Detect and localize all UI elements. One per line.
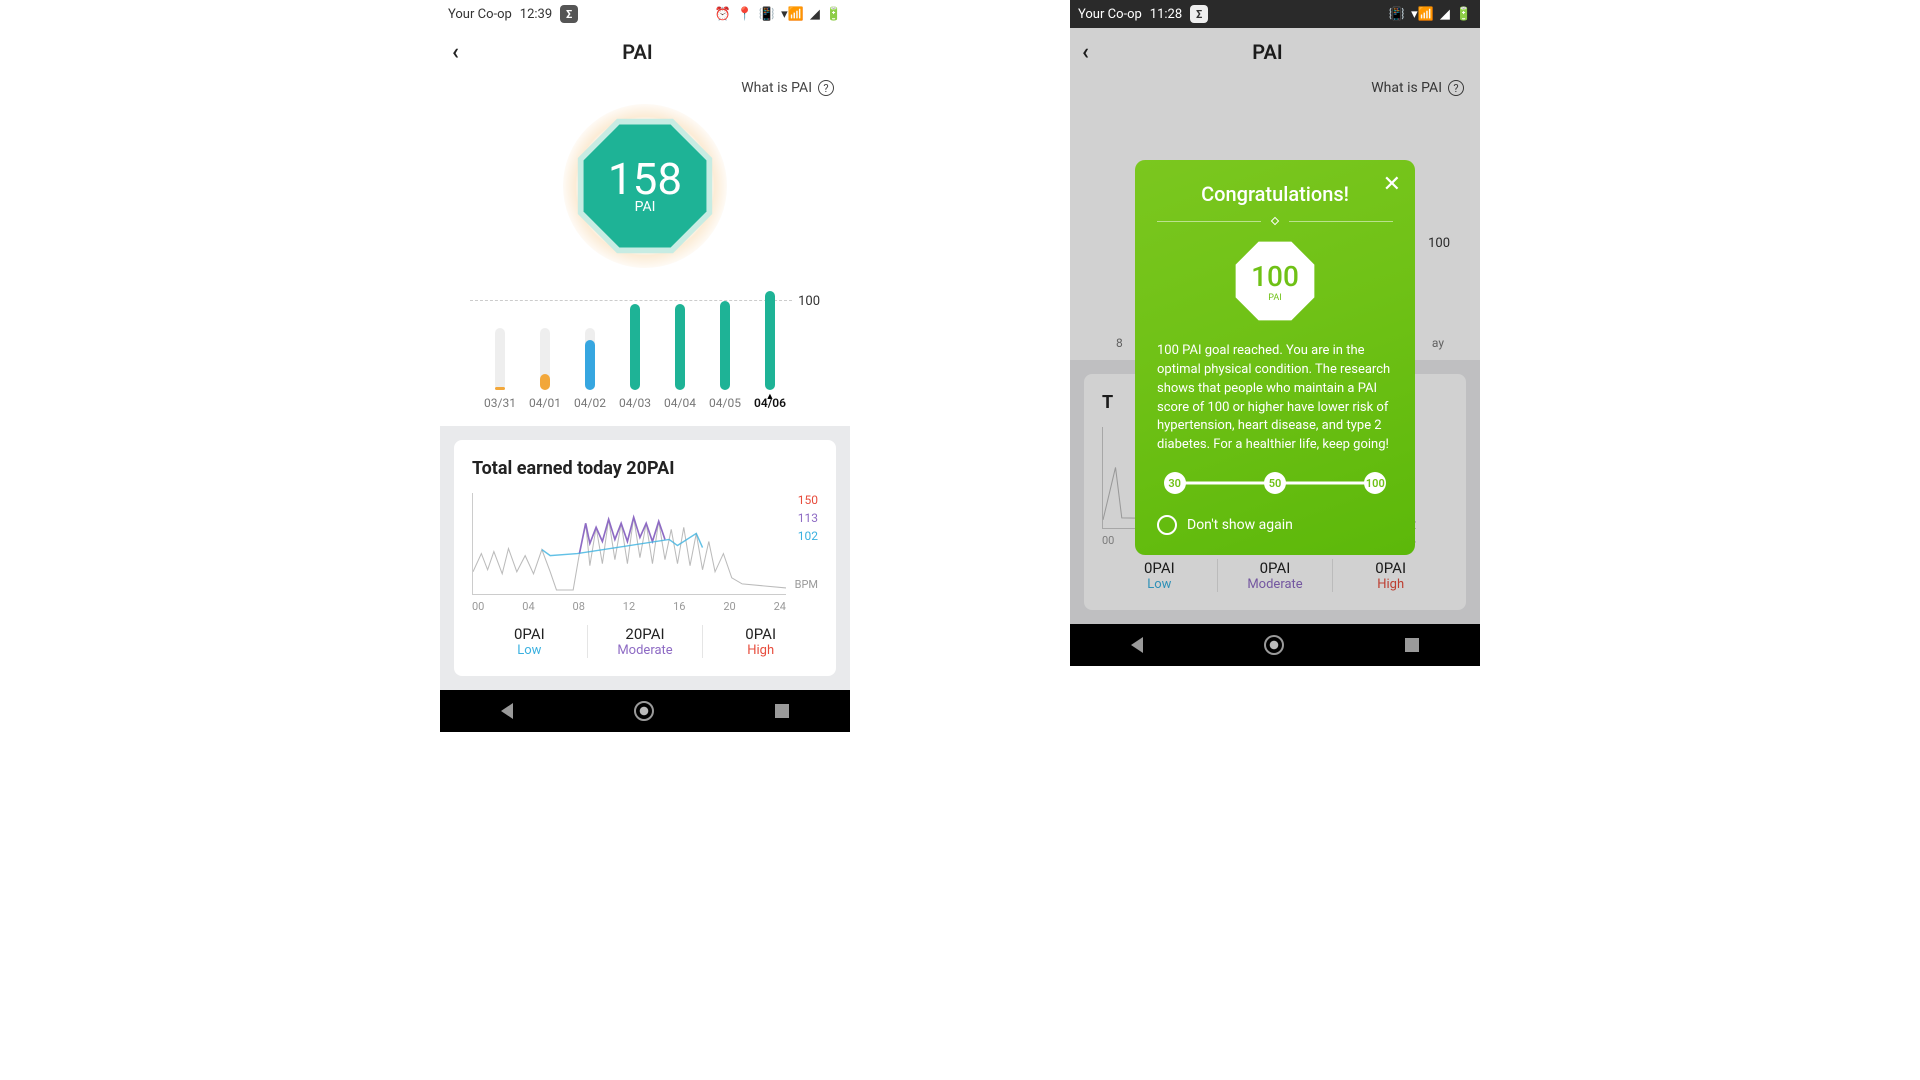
signal-icon: ◢	[810, 7, 820, 22]
bar-04/02[interactable]	[574, 290, 606, 390]
vibrate-icon: 📳	[1389, 7, 1405, 22]
android-navbar	[1070, 624, 1480, 666]
today-section: Total earned today 20PAI 150 113 102 BPM…	[440, 426, 850, 690]
nav-back-button[interactable]	[1131, 637, 1143, 653]
bar-label: 03/31	[484, 396, 516, 410]
dont-show-checkbox[interactable]: Don't show again	[1157, 515, 1393, 535]
bpm-label: BPM	[795, 578, 818, 591]
x-tick: 16	[673, 600, 685, 613]
slider-node-50: 50	[1264, 472, 1286, 494]
clock-label: 11:28	[1150, 7, 1182, 22]
what-is-pai-label: What is PAI	[1371, 80, 1442, 96]
page-title: PAI	[1067, 40, 1468, 64]
bar-label: 04/03	[619, 396, 651, 410]
carrier-label: Your Co-op	[448, 7, 512, 22]
pai-label: PAI	[635, 199, 656, 215]
bar-label: 04/05	[709, 396, 741, 410]
modal-title: Congratulations!	[1157, 182, 1393, 206]
slider-node-100: 100	[1364, 472, 1386, 494]
sigma-icon: Σ	[560, 5, 578, 23]
checkbox-icon	[1157, 515, 1177, 535]
clock-label: 12:39	[520, 7, 552, 22]
progress-slider: 30 50 100	[1161, 473, 1389, 493]
x-tick: 00	[472, 600, 484, 613]
modal-badge-value: 100	[1251, 260, 1299, 293]
bar-04/06[interactable]: ▲	[754, 290, 786, 390]
battery-icon: 🔋	[1456, 7, 1472, 22]
zone-low: 0PAILow	[472, 625, 588, 658]
x-tick: 00	[1102, 534, 1114, 547]
divider-icon	[1157, 216, 1393, 226]
what-is-pai-link[interactable]: What is PAI ?	[1070, 76, 1480, 104]
nav-recent-button[interactable]	[1405, 638, 1419, 652]
modal-badge: 100 PAI	[1157, 240, 1393, 322]
android-navbar	[440, 690, 850, 732]
zone-moderate: 0PAIModerate	[1218, 559, 1334, 592]
app-header: ‹ PAI	[1070, 28, 1480, 76]
zone-moderate: 20PAIModerate	[588, 625, 704, 658]
x-tick: 20	[723, 600, 735, 613]
carrier-label: Your Co-op	[1078, 7, 1142, 22]
bar-label: 04/01	[529, 396, 561, 410]
x-tick: 24	[774, 600, 786, 613]
zone-high: 0PAIHigh	[1333, 559, 1448, 592]
bar-label: 04/04	[664, 396, 696, 410]
y-113: 113	[798, 511, 818, 525]
battery-icon: 🔋	[826, 7, 842, 22]
zone-high: 0PAIHigh	[703, 625, 818, 658]
bar-label: 04/06	[754, 396, 786, 410]
status-bar: Your Co-op 12:39 Σ ⏰ 📍 📳 ▾📶 ◢ 🔋	[440, 0, 850, 28]
what-is-pai-label: What is PAI	[741, 80, 812, 96]
nav-back-button[interactable]	[501, 703, 513, 719]
nav-home-button[interactable]	[1264, 635, 1284, 655]
bar-04/04[interactable]	[664, 290, 696, 390]
modal-body: 100 PAI goal reached. You are in the opt…	[1157, 342, 1393, 455]
wifi-icon: ▾📶	[1411, 7, 1434, 22]
page-title: PAI	[437, 40, 838, 64]
signal-icon: ◢	[1440, 7, 1450, 22]
x-tick: 12	[623, 600, 635, 613]
bar-04/03[interactable]	[619, 290, 651, 390]
status-bar: Your Co-op 11:28 Σ 📳 ▾📶 ◢ 🔋	[1070, 0, 1480, 28]
slider-node-30: 30	[1164, 472, 1186, 494]
reference-label: 100	[1428, 236, 1450, 251]
today-title: Total earned today 20PAI	[472, 458, 818, 479]
alarm-icon: ⏰	[715, 7, 731, 22]
bar-03/31[interactable]	[484, 290, 516, 390]
what-is-pai-link[interactable]: What is PAI ?	[440, 76, 850, 104]
modal-badge-label: PAI	[1268, 293, 1281, 303]
vibrate-icon: 📳	[759, 7, 775, 22]
x-tick: 08	[573, 600, 585, 613]
close-button[interactable]: ✕	[1383, 172, 1401, 197]
phone-right: Your Co-op 11:28 Σ 📳 ▾📶 ◢ 🔋 ‹ PAI What i…	[1070, 0, 1480, 666]
help-icon: ?	[818, 80, 834, 96]
pai-badge: 158 PAI	[440, 104, 850, 290]
congrats-modal: ✕ Congratulations! 100 PAI 100 PAI goal …	[1135, 160, 1415, 555]
location-icon: 📍	[737, 7, 753, 22]
wifi-icon: ▾📶	[781, 7, 804, 22]
nav-home-button[interactable]	[634, 701, 654, 721]
bar-04/01[interactable]	[529, 290, 561, 390]
bar-label: 04/02	[574, 396, 606, 410]
app-header: ‹ PAI	[440, 28, 850, 76]
help-icon: ?	[1448, 80, 1464, 96]
pai-value: 158	[608, 157, 682, 201]
sigma-icon: Σ	[1190, 5, 1208, 23]
heart-rate-chart[interactable]: 150 113 102 BPM 00 04 08 12 16 20 24	[472, 493, 818, 613]
y-150: 150	[798, 493, 818, 507]
dont-show-label: Don't show again	[1187, 517, 1293, 533]
weekly-pai-chart[interactable]: 100 ▲ 03/31 04/01 04/02 04/03 04/04 04/05 04/0…	[470, 290, 820, 410]
today-partial: ay	[1432, 336, 1444, 350]
nav-recent-button[interactable]	[775, 704, 789, 718]
bar-04/05[interactable]	[709, 290, 741, 390]
phone-left: Your Co-op 12:39 Σ ⏰ 📍 📳 ▾📶 ◢ 🔋 ‹ PAI Wh…	[440, 0, 850, 732]
x-tick: 04	[522, 600, 534, 613]
zone-low: 0PAILow	[1102, 559, 1218, 592]
reference-label: 100	[798, 294, 820, 309]
y-102: 102	[798, 529, 818, 543]
